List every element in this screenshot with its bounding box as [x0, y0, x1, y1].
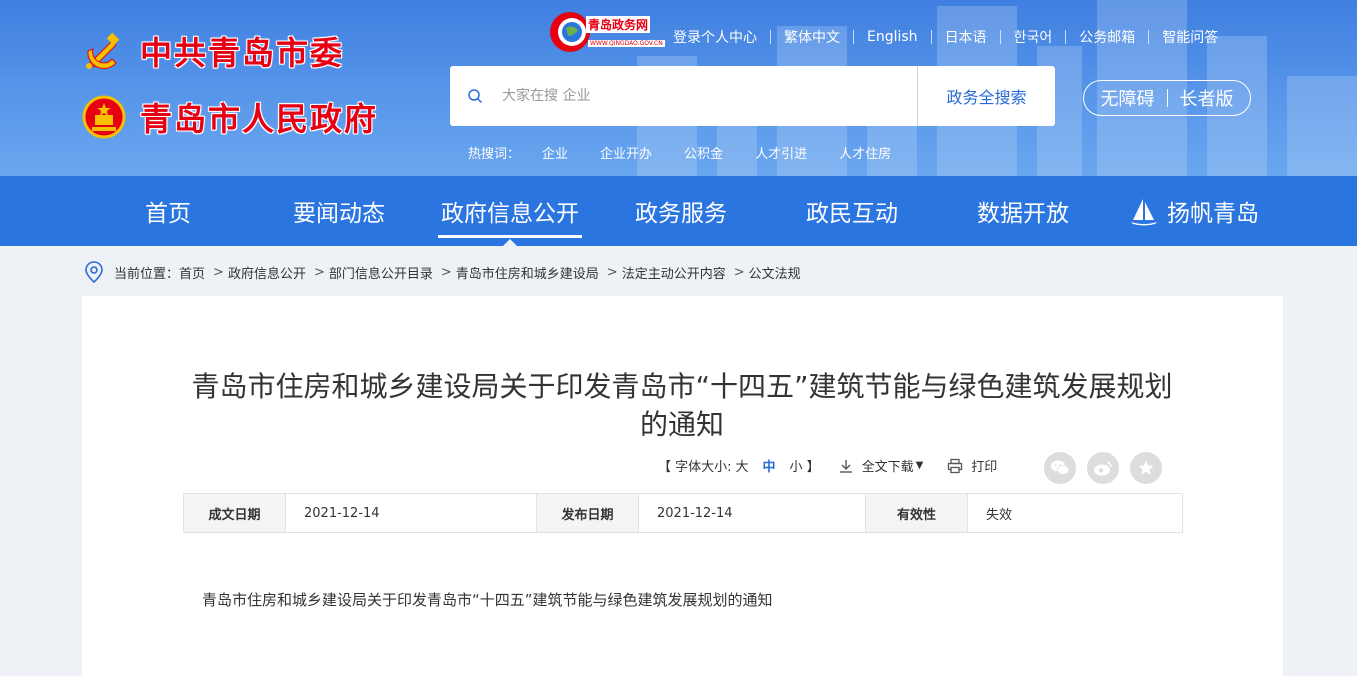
hot-word[interactable]: 人才住房: [839, 143, 891, 162]
wechat-share-button[interactable]: [1044, 452, 1076, 484]
elder-mode-button[interactable]: 长者版: [1168, 85, 1246, 111]
font-size-large-button[interactable]: 大: [736, 456, 749, 475]
search-box: 政务全搜索: [450, 66, 1055, 126]
nav-interaction[interactable]: 政民互动: [766, 176, 938, 246]
nav-open-data[interactable]: 数据开放: [938, 176, 1108, 246]
portal-url: WWW.QINGDAO.GOV.CN: [588, 40, 665, 47]
breadcrumb-item[interactable]: 青岛市住房和城乡建设局: [456, 263, 599, 282]
font-size-medium-button[interactable]: 中: [763, 456, 776, 475]
breadcrumb-separator: >: [440, 264, 452, 280]
breadcrumb-separator: >: [213, 264, 224, 280]
hot-word[interactable]: 人才引进: [755, 143, 807, 162]
japanese-link[interactable]: 日本语: [932, 27, 1000, 47]
nav-gov-info[interactable]: 政府信息公开: [424, 176, 596, 246]
city-government-logo[interactable]: 青岛市人民政府: [82, 94, 378, 140]
national-emblem-icon: [82, 95, 126, 139]
nav-yangfan-qingdao[interactable]: 扬帆青岛: [1108, 176, 1280, 246]
breadcrumb-label: 当前位置：: [114, 266, 180, 282]
date-written-value: 2021-12-14: [286, 494, 537, 532]
date-published-value: 2021-12-14: [639, 494, 866, 532]
nav-gov-services[interactable]: 政务服务: [596, 176, 766, 246]
accessibility-toggle: 无障碍 长者版: [1083, 80, 1251, 116]
breadcrumb-item-current[interactable]: 公文法规: [749, 263, 801, 282]
validity-value: 失效: [986, 507, 1013, 523]
download-icon: [839, 459, 852, 473]
font-size-label: 【 字体大小:: [658, 460, 732, 475]
printer-icon: [948, 458, 963, 473]
search-button[interactable]: 政务全搜索: [917, 66, 1055, 126]
breadcrumb-item[interactable]: 部门信息公开目录: [329, 263, 433, 282]
hot-search-words: 热搜词： 企业 企业开办 公积金 人才引进 人才住房: [468, 143, 923, 162]
breadcrumb-separator: >: [733, 264, 745, 280]
top-links: 登录个人中心 繁体中文 English 日本语 한국어 公务邮箱 智能问答: [660, 27, 1231, 47]
font-size-small-button[interactable]: 小: [790, 456, 803, 475]
date-written-label: 成文日期: [184, 494, 286, 532]
print-label: 打印: [971, 460, 998, 475]
party-committee-name: 中共青岛市委: [140, 34, 345, 72]
sailboat-icon: [1131, 199, 1157, 226]
hot-word[interactable]: 企业开办: [600, 143, 652, 162]
smart-qa-link[interactable]: 智能问答: [1149, 27, 1231, 47]
portal-name: 青岛政务网: [586, 16, 651, 33]
hot-search-label: 热搜词：: [468, 147, 521, 162]
star-icon: [1138, 460, 1154, 475]
portal-logo[interactable]: 青岛政务网 WWW.QINGDAO.GOV.CN: [548, 10, 665, 56]
barrier-free-button[interactable]: 无障碍: [1089, 85, 1167, 111]
validity-label: 有效性: [866, 494, 968, 532]
download-label: 全文下载: [861, 460, 914, 475]
article-title: 青岛市住房和城乡建设局关于印发青岛市“十四五”建筑节能与绿色建筑发展规划的通知: [191, 370, 1173, 441]
english-link[interactable]: English: [854, 29, 931, 45]
document-meta-table: 成文日期 2021-12-14 发布日期 2021-12-14 有效性 失效: [183, 493, 1183, 533]
article-card: 青岛市住房和城乡建设局关于印发青岛市“十四五”建筑节能与绿色建筑发展规划的通知 …: [82, 296, 1283, 676]
login-link[interactable]: 登录个人中心: [660, 27, 770, 47]
font-size-bracket: 】: [806, 460, 820, 475]
nav-home[interactable]: 首页: [82, 176, 254, 246]
search-input[interactable]: [500, 66, 917, 126]
breadcrumb-item[interactable]: 法定主动公开内容: [622, 263, 726, 282]
weibo-share-button[interactable]: [1087, 452, 1119, 484]
breadcrumb-separator: >: [313, 264, 325, 280]
weibo-icon: [1094, 461, 1112, 476]
breadcrumb-item[interactable]: 首页: [179, 263, 205, 282]
search-icon: [450, 66, 500, 126]
party-committee-logo[interactable]: 中共青岛市委: [82, 28, 344, 74]
main-nav: 首页 要闻动态 政府信息公开 政务服务 政民互动 数据开放 扬帆青岛: [0, 176, 1357, 246]
city-government-name: 青岛市人民政府: [140, 100, 379, 138]
breadcrumb-separator: >: [606, 264, 618, 280]
wechat-icon: [1051, 460, 1070, 475]
traditional-chinese-link[interactable]: 繁体中文: [771, 27, 853, 47]
location-pin-icon: [85, 261, 103, 284]
print-button[interactable]: 打印: [947, 456, 997, 475]
download-button[interactable]: 全文下载 ▼: [838, 456, 924, 475]
party-emblem-icon: [82, 29, 126, 73]
article-body-line: 青岛市住房和城乡建设局关于印发青岛市“十四五”建筑节能与绿色建筑发展规划的通知: [202, 591, 773, 609]
nav-news[interactable]: 要闻动态: [254, 176, 424, 246]
favorite-button[interactable]: [1130, 452, 1162, 484]
hot-word[interactable]: 公积金: [684, 143, 723, 162]
official-mail-link[interactable]: 公务邮箱: [1066, 27, 1148, 47]
article-tools: 【 字体大小: 大 中 小 】 全文下载 ▼ 打印: [658, 456, 997, 475]
site-header: 中共青岛市委 青岛市人民政府 青岛政务网 WWW.QINGDAO.GOV.CN …: [0, 0, 1357, 176]
breadcrumb: 当前位置： 首页 > 政府信息公开 > 部门信息公开目录 > 青岛市住房和城乡建…: [0, 246, 1357, 298]
share-buttons: [1044, 452, 1173, 484]
hot-word[interactable]: 企业: [542, 143, 568, 162]
date-published-label: 发布日期: [537, 494, 639, 532]
korean-link[interactable]: 한국어: [1001, 27, 1066, 47]
caret-down-icon: ▼: [915, 460, 924, 471]
nav-yangfan-label: 扬帆青岛: [1167, 201, 1259, 227]
breadcrumb-item[interactable]: 政府信息公开: [228, 263, 306, 282]
